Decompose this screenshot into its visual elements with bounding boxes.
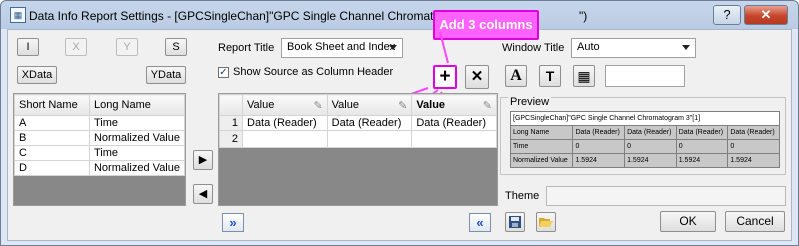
- open-theme-button[interactable]: [536, 212, 556, 232]
- column-header[interactable]: Value ✎: [411, 94, 497, 116]
- folder-open-icon: [539, 218, 553, 227]
- preview-header: [GPCSingleChan]"GPC Single Channel Chrom…: [510, 111, 780, 126]
- help-button[interactable]: ?: [713, 5, 741, 25]
- ok-button[interactable]: OK: [660, 211, 716, 232]
- preview-cell: 0: [624, 139, 677, 154]
- preview-cell: 0: [675, 139, 729, 154]
- column-header[interactable]: Value ✎: [242, 94, 328, 116]
- preview-cell: 0: [572, 139, 626, 154]
- cancel-button[interactable]: Cancel: [725, 211, 785, 232]
- preview-cell: Normalized Value: [509, 153, 574, 168]
- theme-label: Theme: [505, 190, 540, 202]
- window-title-tail: "): [579, 9, 588, 23]
- preview-label: Preview: [508, 96, 552, 108]
- title-bar: ▦ Data Info Report Settings - [GPCSingle…: [1, 1, 798, 29]
- grid-cell[interactable]: [411, 130, 497, 148]
- preview-table: [GPCSingleChan]"GPC Single Channel Chrom…: [509, 111, 780, 168]
- grid-icon[interactable]: ▦: [573, 65, 595, 87]
- window-title-label: Window Title: [502, 42, 565, 54]
- dialog-window: ▦ Data Info Report Settings - [GPCSingle…: [0, 0, 799, 246]
- expand-button[interactable]: »: [222, 213, 244, 232]
- preview-cell: Data (Reader): [675, 125, 729, 140]
- save-icon: [509, 216, 521, 228]
- preview-cell: Data (Reader): [572, 125, 626, 140]
- grid-cell[interactable]: Data (Reader): [326, 115, 413, 131]
- collapse-button[interactable]: «: [469, 213, 491, 232]
- grid-cell[interactable]: [242, 130, 328, 148]
- preview-cell: Data (Reader): [727, 125, 780, 140]
- theme-field[interactable]: [546, 186, 786, 206]
- preview-cell: Time: [509, 139, 574, 154]
- pencil-icon[interactable]: ✎: [313, 99, 322, 112]
- grid-cell[interactable]: Data (Reader): [242, 115, 328, 131]
- table-row[interactable]: 2: [219, 130, 497, 148]
- font-icon[interactable]: A: [505, 65, 527, 87]
- preview-cell: 0: [727, 139, 780, 154]
- row-number: 1: [219, 115, 243, 131]
- row-number: 2: [219, 130, 243, 148]
- preview-cell: 1.5924: [572, 153, 626, 168]
- callout-pointer: [439, 31, 449, 64]
- preview-cell: Data (Reader): [624, 125, 677, 140]
- window-title-value: Auto: [577, 41, 600, 53]
- preview-cell: 1.5924: [675, 153, 729, 168]
- grid-cell[interactable]: Data (Reader): [411, 115, 497, 131]
- row-number-header: [219, 94, 243, 116]
- window-title-dropdown[interactable]: Auto: [571, 38, 696, 58]
- preview-cell: 1.5924: [727, 153, 780, 168]
- preview-cell: 1.5924: [624, 153, 677, 168]
- column-header[interactable]: Value ✎: [326, 94, 413, 116]
- grid-header: Value ✎ Value ✎ Value ✎: [219, 94, 497, 116]
- table-row[interactable]: 1 Data (Reader) Data (Reader) Data (Read…: [219, 115, 497, 131]
- format-preview-box[interactable]: [605, 65, 685, 87]
- app-icon: ▦: [10, 7, 26, 23]
- chevron-down-icon: [682, 45, 690, 50]
- close-button[interactable]: ✕: [744, 5, 788, 25]
- pencil-icon[interactable]: ✎: [398, 99, 407, 112]
- save-theme-button[interactable]: [505, 212, 525, 232]
- text-icon[interactable]: T: [539, 65, 561, 87]
- client-area: I X Y S XData YData Short Name Long Name…: [7, 10, 792, 241]
- preview-cell: Long Name: [509, 125, 574, 140]
- pencil-icon[interactable]: ✎: [483, 99, 492, 112]
- grid-cell[interactable]: [326, 130, 413, 148]
- report-columns-grid: Value ✎ Value ✎ Value ✎ 1 Data (Reader) …: [218, 93, 498, 206]
